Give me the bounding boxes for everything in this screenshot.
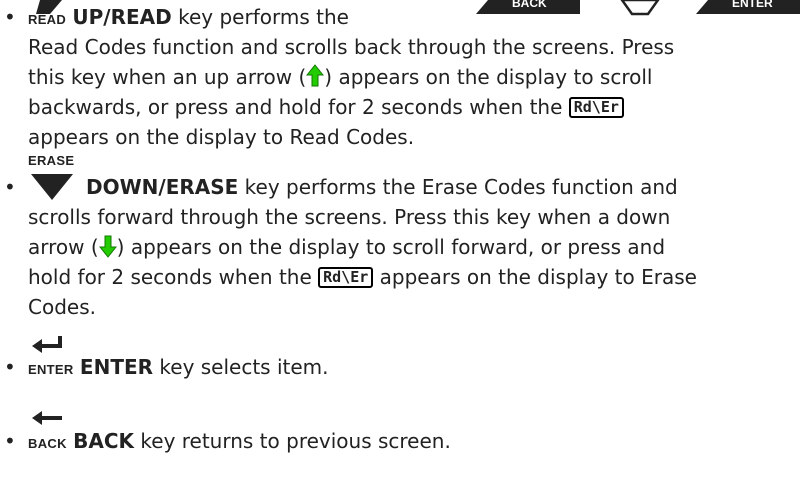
rd-er-display-label: Rd\Er — [318, 267, 374, 288]
back-key-caption: BACK — [28, 436, 67, 451]
down-erase-line-5: Codes. — [28, 295, 96, 319]
bullet: • — [4, 175, 16, 199]
bullet: • — [4, 5, 16, 29]
down-erase-line-2: scrolls forward through the screens. Pre… — [28, 205, 671, 229]
up-read-line-3: this key when an up arrow () appears on … — [28, 64, 653, 89]
up-read-line-4: backwards, or press and hold for 2 secon… — [28, 92, 624, 122]
down-erase-line-3: arrow () appears on the display to scrol… — [28, 235, 666, 259]
bullet: • — [4, 429, 16, 453]
down-erase-title: DOWN/ERASE — [86, 175, 239, 199]
down-arrow-icon — [98, 235, 117, 258]
back-key-label: BACK — [512, 0, 547, 10]
down-erase-line-4: hold for 2 seconds when the Rd\Er appear… — [28, 265, 697, 289]
enter-title: ENTER — [79, 355, 154, 379]
enter-line: ENTER ENTER key selects item. — [28, 355, 329, 379]
enter-key-caption: ENTER — [28, 362, 74, 377]
up-read-line-1: READ UP/READ key performs the — [28, 5, 349, 29]
back-title: BACK — [73, 429, 135, 453]
down-erase-line-1: DOWN/ERASE key performs the Erase Codes … — [86, 175, 678, 199]
rd-er-display-label: Rd\Er — [568, 97, 624, 118]
erase-key-caption: ERASE — [28, 153, 75, 168]
back-line: BACK BACK key returns to previous screen… — [28, 429, 451, 453]
enter-key-label: ENTER — [732, 0, 773, 10]
up-read-line-5: appears on the display to Read Codes. — [28, 125, 415, 149]
up-arrow-icon — [306, 64, 325, 87]
enter-arrow-icon — [32, 336, 62, 353]
down-key-icon — [31, 174, 73, 200]
back-arrow-icon — [32, 411, 62, 425]
up-read-line-2: Read Codes function and scrolls back thr… — [28, 35, 675, 59]
read-key-caption: READ — [28, 12, 67, 27]
bullet: • — [4, 355, 16, 379]
down-key-outline-shape — [620, 0, 660, 16]
up-read-title: UP/READ — [72, 5, 172, 29]
